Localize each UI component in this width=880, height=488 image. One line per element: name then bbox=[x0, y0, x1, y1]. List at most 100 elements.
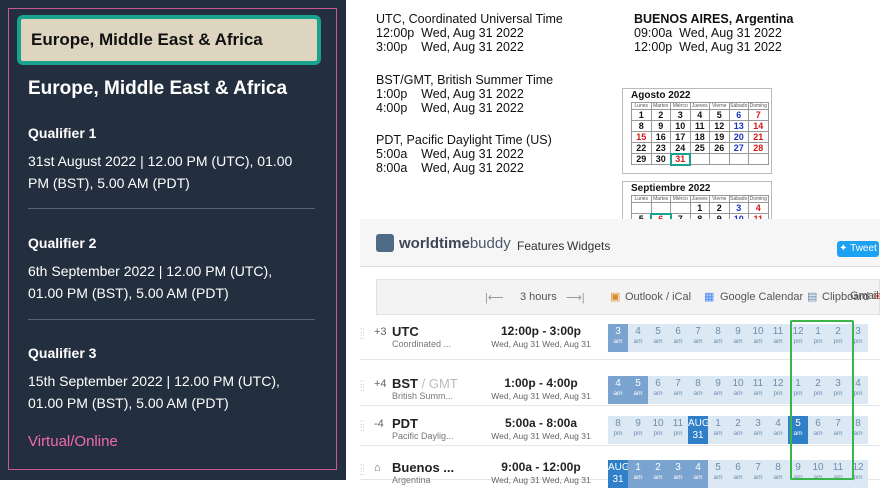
calendar-day[interactable]: 29 bbox=[631, 153, 652, 165]
gmail-link[interactable]: Gmail bbox=[850, 290, 879, 302]
drag-handle-icon[interactable]: :::: bbox=[360, 379, 364, 393]
qualifier-date-line: PM (BST), 5.00 AM (PDT) bbox=[28, 175, 190, 191]
calendar-day[interactable]: 31 bbox=[669, 152, 691, 166]
hour-cell[interactable]: 10 am bbox=[728, 376, 748, 404]
hour-cell[interactable]: 1 am bbox=[628, 460, 648, 488]
tweet-button[interactable]: ✦ Tweet bbox=[837, 241, 879, 257]
timezone-desc: Pacific Daylig... bbox=[392, 431, 454, 441]
calendar-day[interactable] bbox=[631, 202, 652, 214]
timezone-buenos-aires: BUENOS AIRES, Argentina 09:00a Wed, Aug … bbox=[634, 12, 794, 54]
calendar-day[interactable]: 30 bbox=[650, 153, 671, 165]
calendar-day[interactable] bbox=[670, 202, 691, 214]
hour-cell[interactable]: 6 am bbox=[728, 460, 748, 488]
calendar-day[interactable] bbox=[650, 202, 671, 214]
calendar-day[interactable]: 21 bbox=[748, 131, 769, 143]
calendar-day[interactable]: 14 bbox=[748, 120, 769, 132]
outlook-link[interactable]: Outlook / iCal bbox=[625, 291, 691, 303]
calendar-day[interactable]: 22 bbox=[631, 142, 652, 154]
hour-cell[interactable]: 5 am bbox=[628, 376, 648, 404]
google-calendar-link[interactable]: Google Calendar bbox=[720, 291, 803, 303]
calendar-day[interactable]: 24 bbox=[670, 142, 691, 154]
calendar-day[interactable]: 9 bbox=[650, 120, 671, 132]
hour-cell[interactable]: 6 am bbox=[668, 324, 688, 352]
calendar-day[interactable]: 1 bbox=[631, 109, 652, 121]
hour-cell[interactable]: 3 am bbox=[668, 460, 688, 488]
drag-handle-icon[interactable]: :::: bbox=[360, 463, 364, 477]
calendar-day[interactable]: 25 bbox=[689, 142, 710, 154]
calendar-day[interactable]: 6 bbox=[728, 109, 749, 121]
calendar-day[interactable]: 2 bbox=[650, 109, 671, 121]
qualifier-title: Qualifier 2 bbox=[28, 235, 97, 251]
hour-cell[interactable]: 7 am bbox=[748, 460, 768, 488]
calendar-day[interactable] bbox=[728, 153, 749, 165]
hour-cell[interactable]: 5 am bbox=[648, 324, 668, 352]
calendar-day[interactable]: 5 bbox=[709, 109, 730, 121]
hour-cell[interactable]: 9 am bbox=[728, 324, 748, 352]
calendar-day[interactable]: 17 bbox=[670, 131, 691, 143]
calendar-day[interactable]: 11 bbox=[689, 120, 710, 132]
calendar-day[interactable]: 12 bbox=[709, 120, 730, 132]
calendar-day[interactable]: 13 bbox=[728, 120, 749, 132]
hour-cell[interactable]: 12 pm bbox=[768, 376, 788, 404]
drag-handle-icon[interactable]: :::: bbox=[360, 327, 364, 341]
hour-cell[interactable]: 6 am bbox=[648, 376, 668, 404]
calendar-day[interactable]: 8 bbox=[631, 120, 652, 132]
hour-cell[interactable]: 11 am bbox=[748, 376, 768, 404]
hour-cell[interactable]: 5 am bbox=[708, 460, 728, 488]
hour-cell[interactable]: 9 pm bbox=[628, 416, 648, 444]
calendar-day[interactable]: 20 bbox=[728, 131, 749, 143]
hour-cell[interactable]: 3 am bbox=[608, 324, 628, 352]
calendar-day[interactable]: 18 bbox=[689, 131, 710, 143]
calendar-day[interactable]: 2 bbox=[709, 202, 730, 214]
calendar-day[interactable]: 23 bbox=[650, 142, 671, 154]
hour-cell[interactable]: AUG 31 bbox=[688, 416, 710, 444]
calendar-day[interactable]: 26 bbox=[709, 142, 730, 154]
calendar-day[interactable]: 28 bbox=[748, 142, 769, 154]
hour-cell[interactable]: 2 am bbox=[728, 416, 748, 444]
calendar-day[interactable]: 15 bbox=[631, 131, 652, 143]
calendar-day[interactable]: 16 bbox=[650, 131, 671, 143]
calendar-day[interactable]: 4 bbox=[748, 202, 769, 214]
hour-cell[interactable]: 7 am bbox=[688, 324, 708, 352]
calendar-day[interactable] bbox=[748, 153, 769, 165]
timezone-pdt: PDT, Pacific Daylight Time (US) 5:00a We… bbox=[376, 133, 552, 175]
calendar-day[interactable] bbox=[689, 153, 710, 165]
wtb-toolbar: |⟵ 3 hours ⟶| ▣ Outlook / iCal ▦ Google … bbox=[376, 279, 880, 315]
hour-cell[interactable]: AUG 31 bbox=[608, 460, 630, 488]
calendar-day[interactable]: 27 bbox=[728, 142, 749, 154]
hour-cell[interactable]: 4 am bbox=[768, 416, 788, 444]
calendar-day[interactable]: 7 bbox=[748, 109, 769, 121]
hour-cell[interactable]: 3 am bbox=[748, 416, 768, 444]
hour-cell[interactable]: 10 am bbox=[748, 324, 768, 352]
nav-widgets[interactable]: Widgets bbox=[567, 239, 610, 253]
region-selector[interactable]: Europe, Middle East & Africa bbox=[17, 15, 321, 65]
hour-cell[interactable]: 8 am bbox=[708, 324, 728, 352]
hour-cell[interactable]: 4 am bbox=[628, 324, 648, 352]
nav-features[interactable]: Features bbox=[517, 239, 564, 253]
hour-cell[interactable]: 8 am bbox=[768, 460, 788, 488]
calendar-day[interactable]: 1 bbox=[689, 202, 710, 214]
hour-cell[interactable]: 1 am bbox=[708, 416, 728, 444]
qualifier-date-line: 31st August 2022 | 12.00 PM (UTC), 01.00 bbox=[28, 153, 293, 169]
hour-cell[interactable]: 11 pm bbox=[668, 416, 688, 444]
calendar-day[interactable]: 3 bbox=[670, 109, 691, 121]
hour-cell[interactable]: 8 pm bbox=[608, 416, 628, 444]
time-range: 1:00p - 4:00p bbox=[504, 376, 578, 390]
hour-cell[interactable]: 10 pm bbox=[648, 416, 668, 444]
wtb-logo[interactable]: worldtime buddy bbox=[376, 234, 511, 252]
hour-cell[interactable]: 2 am bbox=[648, 460, 668, 488]
calendar-day[interactable]: 3 bbox=[728, 202, 749, 214]
hour-cell[interactable]: 9 am bbox=[708, 376, 728, 404]
hour-cell[interactable]: 4 am bbox=[608, 376, 628, 404]
hour-cell[interactable]: 7 am bbox=[668, 376, 688, 404]
drag-handle-icon[interactable]: :::: bbox=[360, 419, 364, 433]
hour-cell[interactable]: 8 am bbox=[688, 376, 708, 404]
hour-cell[interactable]: 11 am bbox=[768, 324, 788, 352]
calendar-day[interactable] bbox=[709, 153, 730, 165]
calendar-day[interactable]: 4 bbox=[689, 109, 710, 121]
selected-time-range[interactable] bbox=[790, 320, 854, 480]
calendar-day[interactable]: 19 bbox=[709, 131, 730, 143]
calendar-day[interactable]: 10 bbox=[670, 120, 691, 132]
timezone-time: 09:00a Wed, Aug 31 2022 bbox=[634, 26, 782, 40]
hour-cell[interactable]: 4 am bbox=[688, 460, 708, 488]
